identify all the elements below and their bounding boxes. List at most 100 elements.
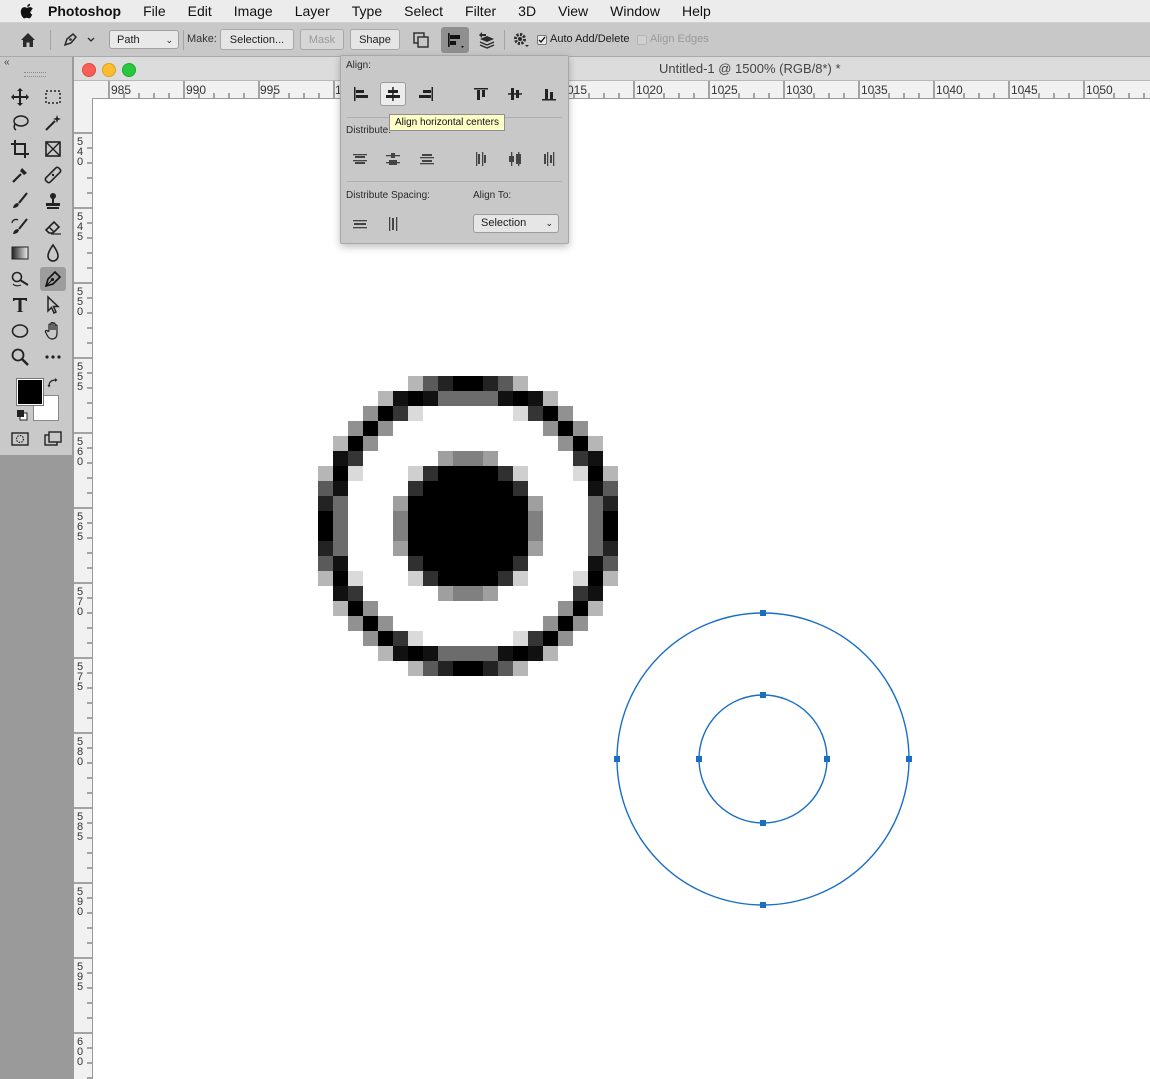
stamp-tool-icon[interactable] bbox=[40, 189, 66, 213]
crop-tool-icon[interactable] bbox=[7, 137, 33, 161]
eyedropper-tool-icon[interactable] bbox=[7, 163, 33, 187]
apple-icon[interactable] bbox=[20, 3, 34, 19]
menu-edit[interactable]: Edit bbox=[177, 0, 223, 22]
minimize-window-button[interactable] bbox=[102, 63, 116, 77]
history-brush-tool-icon[interactable] bbox=[7, 215, 33, 239]
frame-tool-icon[interactable] bbox=[40, 137, 66, 161]
separator bbox=[504, 30, 505, 50]
ruler-label: 540 bbox=[76, 136, 84, 168]
horizontal-ruler-ticks bbox=[108, 81, 1145, 98]
menu-help[interactable]: Help bbox=[671, 0, 722, 22]
screen-mode-icon[interactable] bbox=[40, 427, 66, 451]
swap-colors-icon[interactable] bbox=[47, 377, 59, 392]
menu-image[interactable]: Image bbox=[223, 0, 284, 22]
menu-filter[interactable]: Filter bbox=[454, 0, 507, 22]
menu-view[interactable]: View bbox=[547, 0, 599, 22]
ruler-label: 995 bbox=[260, 83, 281, 97]
path-arrangement-icon[interactable] bbox=[475, 28, 499, 52]
align-horizontal-centers-icon[interactable] bbox=[380, 82, 406, 106]
separator bbox=[50, 30, 51, 50]
distribute-bottom-edges-icon[interactable] bbox=[414, 147, 440, 171]
close-window-button[interactable] bbox=[82, 63, 96, 77]
make-mask-button[interactable]: Mask bbox=[300, 29, 344, 50]
lasso-tool-icon[interactable] bbox=[7, 111, 33, 135]
align-left-edges-icon[interactable] bbox=[347, 82, 373, 106]
healing-brush-tool-icon[interactable] bbox=[40, 163, 66, 187]
menu-3d[interactable]: 3D bbox=[507, 0, 547, 22]
canvas[interactable] bbox=[93, 99, 1150, 1079]
ruler-label: 1050 bbox=[1086, 83, 1113, 97]
tooltip: Align horizontal centers bbox=[389, 114, 505, 131]
auto-add-delete-checkbox[interactable] bbox=[537, 35, 547, 45]
align-panel: Align: Distribute: Distribute Spacing: A… bbox=[340, 55, 569, 244]
ellipse-tool-icon[interactable] bbox=[7, 319, 33, 343]
make-shape-button[interactable]: Shape bbox=[350, 29, 400, 50]
blur-tool-icon[interactable] bbox=[40, 241, 66, 265]
type-tool-icon[interactable] bbox=[7, 293, 33, 317]
default-colors-icon[interactable] bbox=[16, 409, 28, 424]
inner-circle-path[interactable] bbox=[698, 694, 828, 824]
home-icon[interactable] bbox=[16, 28, 40, 52]
ruler-label: 580 bbox=[76, 736, 84, 768]
distribute-left-edges-icon[interactable] bbox=[468, 147, 494, 171]
ruler-label: 550 bbox=[76, 286, 84, 318]
ruler-label: 570 bbox=[76, 586, 84, 618]
move-tool-icon[interactable] bbox=[7, 85, 33, 109]
path-operations-icon[interactable] bbox=[409, 28, 433, 52]
vector-path-circles bbox=[614, 610, 912, 908]
chevron-down-icon: ⌄ bbox=[165, 35, 173, 45]
quick-mask-icon[interactable] bbox=[7, 427, 33, 451]
menu-window[interactable]: Window bbox=[599, 0, 671, 22]
menu-file[interactable]: File bbox=[132, 0, 177, 22]
ruler-label: 985 bbox=[111, 83, 132, 97]
path-alignment-icon[interactable] bbox=[441, 27, 469, 53]
magic-wand-tool-icon[interactable] bbox=[40, 111, 66, 135]
vertical-ruler[interactable]: 540 545 550 555 560 565 570 575 580 585 590 595 600 bbox=[74, 98, 93, 1079]
gradient-tool-icon[interactable] bbox=[7, 241, 33, 265]
distribute-right-edges-icon[interactable] bbox=[536, 147, 562, 171]
distribute-top-edges-icon[interactable] bbox=[347, 147, 373, 171]
menu-app-name[interactable]: Photoshop bbox=[48, 0, 132, 22]
separator bbox=[183, 30, 184, 50]
distribute-horizontal-spacing-icon[interactable] bbox=[380, 212, 406, 236]
align-vertical-centers-icon[interactable] bbox=[502, 82, 528, 106]
horizontal-ruler[interactable]: 985 990 995 1 015 1020 1025 1030 1035 10… bbox=[74, 81, 1150, 99]
path-mode-select[interactable]: Path ⌄ bbox=[109, 30, 179, 49]
gear-icon[interactable] bbox=[509, 28, 533, 52]
collapse-panel-icon[interactable]: « bbox=[4, 57, 10, 68]
distribute-vertical-centers-icon[interactable] bbox=[380, 147, 406, 171]
pen-tool-preset-icon[interactable] bbox=[58, 28, 98, 52]
align-label: Align: bbox=[346, 60, 372, 71]
path-selection-tool-icon[interactable] bbox=[40, 293, 66, 317]
dodge-tool-icon[interactable] bbox=[7, 267, 33, 291]
distribute-horizontal-centers-icon[interactable] bbox=[502, 147, 528, 171]
options-bar: Path ⌄ Make: Selection... Mask Shape Aut… bbox=[0, 23, 1150, 57]
outer-circle-path[interactable] bbox=[616, 612, 910, 906]
menu-layer[interactable]: Layer bbox=[284, 0, 341, 22]
menu-select[interactable]: Select bbox=[393, 0, 454, 22]
pen-tool-icon[interactable] bbox=[40, 267, 66, 291]
hand-tool-icon[interactable] bbox=[40, 319, 66, 343]
align-edges-checkbox[interactable] bbox=[637, 35, 647, 45]
make-selection-button[interactable]: Selection... bbox=[220, 29, 294, 50]
distribute-label: Distribute: bbox=[346, 125, 392, 136]
menu-type[interactable]: Type bbox=[341, 0, 393, 22]
ruler-label: 1035 bbox=[861, 83, 888, 97]
ruler-label: 1040 bbox=[936, 83, 963, 97]
brush-tool-icon[interactable] bbox=[7, 189, 33, 213]
eraser-tool-icon[interactable] bbox=[40, 215, 66, 239]
more-tools-icon[interactable] bbox=[40, 345, 66, 369]
align-top-edges-icon[interactable] bbox=[468, 82, 494, 106]
align-right-edges-icon[interactable] bbox=[414, 82, 440, 106]
align-to-select[interactable]: Selection ⌄ bbox=[473, 214, 559, 233]
panel-grip[interactable] bbox=[24, 72, 46, 77]
align-bottom-edges-icon[interactable] bbox=[536, 82, 562, 106]
ruler-label: 1020 bbox=[636, 83, 663, 97]
zoom-tool-icon[interactable] bbox=[7, 345, 33, 369]
ruler-label: 1030 bbox=[786, 83, 813, 97]
marquee-tool-icon[interactable] bbox=[40, 85, 66, 109]
foreground-color-swatch[interactable] bbox=[16, 378, 44, 406]
distribute-vertical-spacing-icon[interactable] bbox=[347, 212, 373, 236]
zoom-window-button[interactable] bbox=[122, 63, 136, 77]
path-anchor-points[interactable] bbox=[614, 610, 912, 908]
